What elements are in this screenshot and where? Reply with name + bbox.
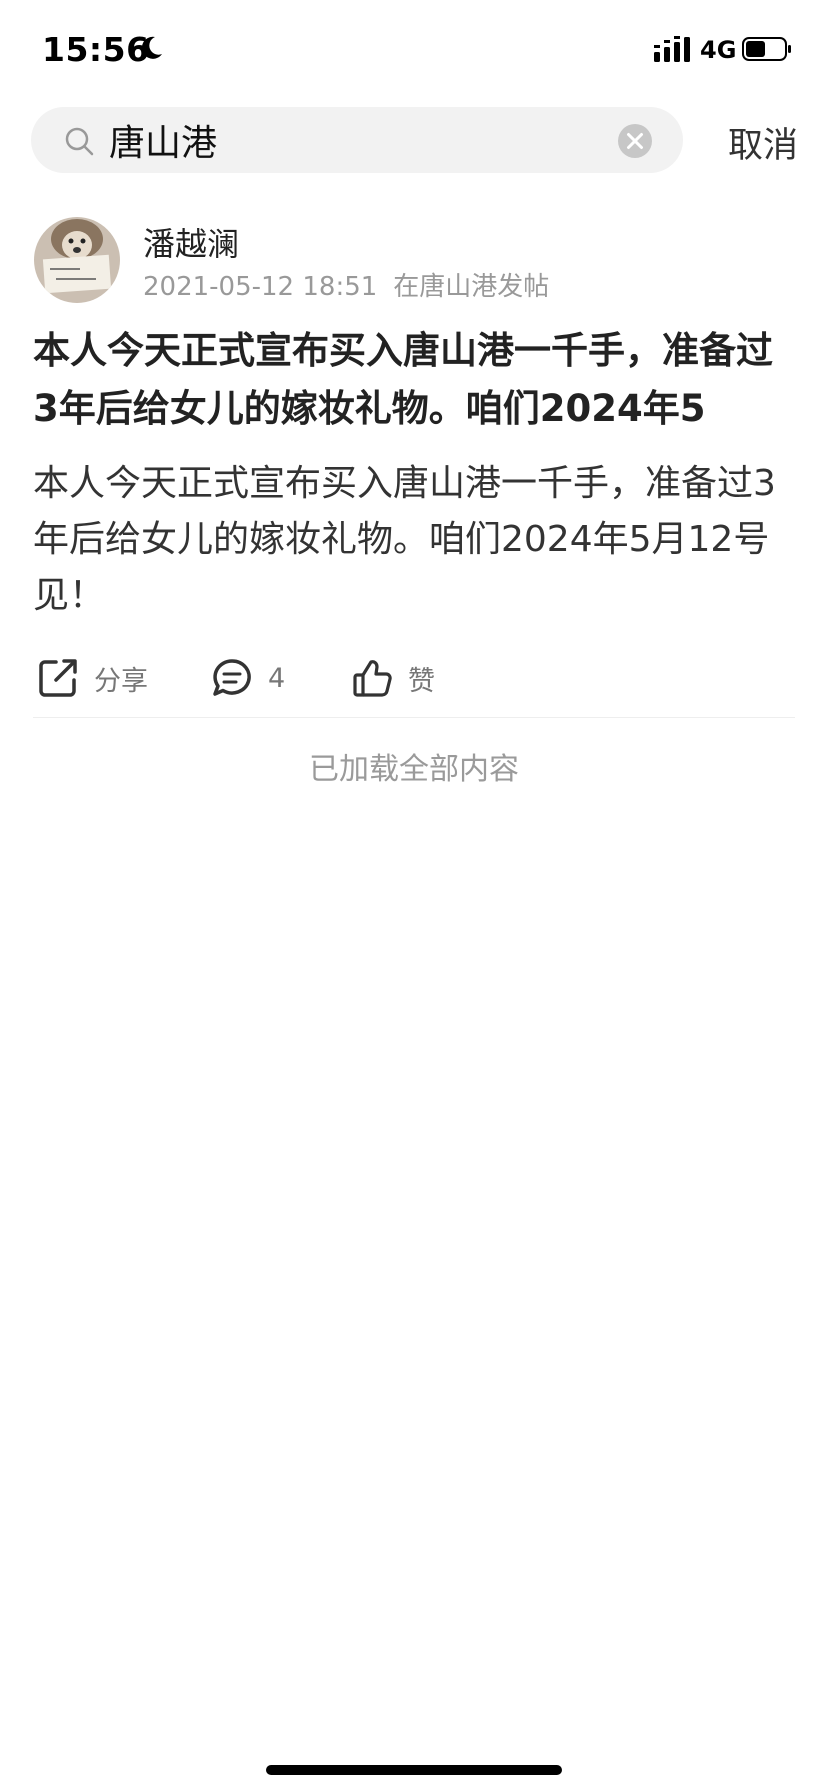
search-icon xyxy=(65,127,94,156)
search-bar xyxy=(31,107,683,173)
share-button[interactable]: 分享 xyxy=(36,655,148,701)
author-name[interactable]: 潘越澜 xyxy=(143,219,239,265)
search-input[interactable] xyxy=(109,115,589,165)
cancel-button[interactable]: 取消 xyxy=(728,117,798,168)
status-bar: 15:56 4G xyxy=(0,0,828,100)
avatar[interactable] xyxy=(34,217,120,303)
thumbs-up-icon xyxy=(353,660,392,697)
divider xyxy=(33,717,795,718)
post-title[interactable]: 本人今天正式宣布买入唐山港一千手，准备过3年后给女儿的嫁妆礼物。咱们2024年5 xyxy=(33,322,793,442)
clear-icon[interactable] xyxy=(617,123,653,159)
signal-icon xyxy=(654,36,690,62)
screen: 15:56 4G 取消 xyxy=(0,0,828,1792)
post-body[interactable]: 本人今天正式宣布买入唐山港一千手，准备过3年后给女儿的嫁妆礼物。咱们2024年5… xyxy=(33,456,793,624)
avatar-image xyxy=(34,217,120,303)
post-meta: 2021-05-12 18:51 在唐山港发帖 xyxy=(143,266,549,303)
comment-icon xyxy=(213,659,251,696)
share-label: 分享 xyxy=(94,665,148,697)
post-date: 2021-05-12 18:51 xyxy=(143,272,378,302)
status-time: 15:56 xyxy=(42,30,150,69)
comment-button[interactable]: 4 xyxy=(210,655,285,701)
home-indicator[interactable] xyxy=(266,1765,562,1775)
share-icon xyxy=(39,659,77,697)
like-button[interactable]: 赞 xyxy=(350,655,435,701)
network-type: 4G xyxy=(700,36,737,64)
moon-icon xyxy=(141,36,162,59)
post-location: 在唐山港发帖 xyxy=(393,272,550,302)
comment-count: 4 xyxy=(268,662,286,694)
loaded-all-text: 已加载全部内容 xyxy=(309,752,519,787)
like-label: 赞 xyxy=(408,665,435,697)
battery-icon xyxy=(742,37,791,61)
